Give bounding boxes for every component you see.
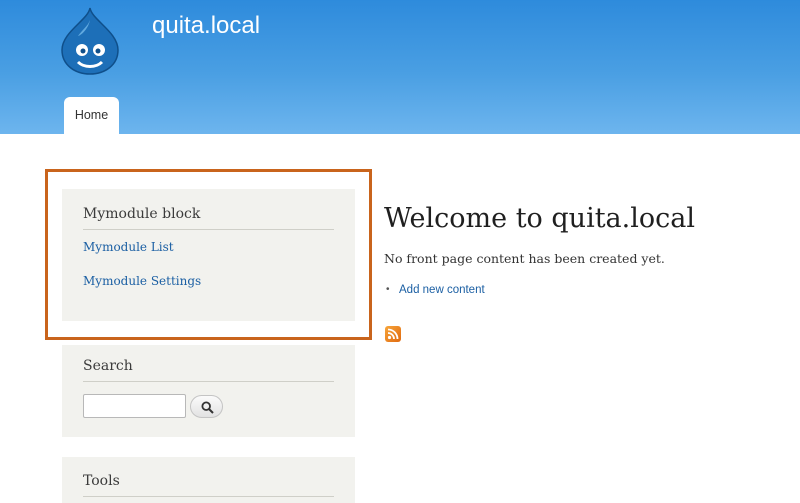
site-header: quita.local Home bbox=[0, 0, 800, 134]
add-new-content-link[interactable]: Add new content bbox=[399, 284, 485, 296]
search-button[interactable] bbox=[190, 395, 223, 418]
search-icon bbox=[201, 401, 214, 414]
rss-icon[interactable] bbox=[385, 326, 401, 342]
block-title-tools: Tools bbox=[83, 473, 334, 497]
search-block: Search bbox=[62, 345, 355, 437]
block-title-mymodule: Mymodule block bbox=[83, 206, 334, 230]
block-title-search: Search bbox=[83, 358, 334, 382]
drupal-drop-icon[interactable] bbox=[58, 6, 122, 76]
mymodule-block: Mymodule block Mymodule List Mymodule Se… bbox=[62, 189, 355, 321]
list-bullet: • bbox=[386, 284, 390, 295]
tab-home[interactable]: Home bbox=[64, 97, 119, 134]
mymodule-list-link[interactable]: Mymodule List bbox=[83, 240, 174, 254]
mymodule-settings-link[interactable]: Mymodule Settings bbox=[83, 274, 201, 288]
page-title: Welcome to quita.local bbox=[384, 203, 695, 234]
site-name[interactable]: quita.local bbox=[152, 12, 260, 40]
front-page-message: No front page content has been created y… bbox=[384, 251, 665, 266]
search-input[interactable] bbox=[83, 394, 186, 418]
tools-block: Tools bbox=[62, 457, 355, 503]
